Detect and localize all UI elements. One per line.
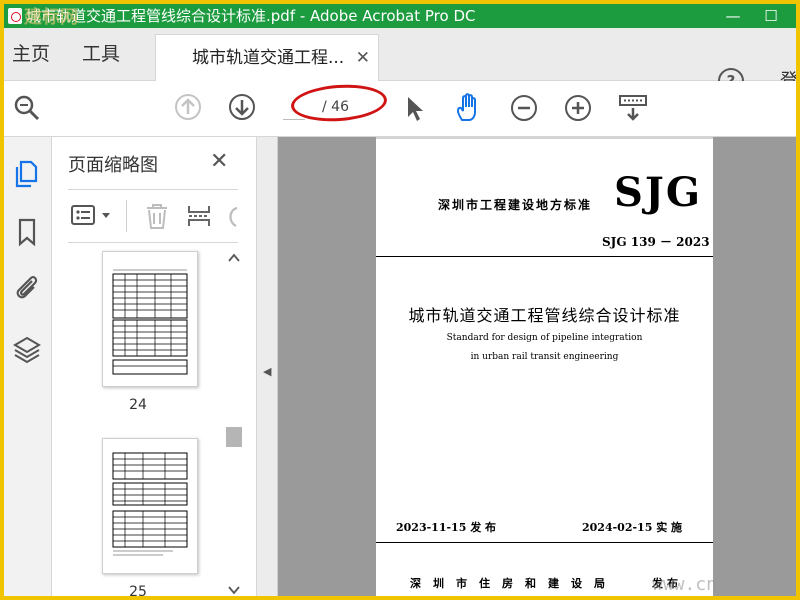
zoom-search-icon[interactable] (12, 93, 42, 123)
panel-title: 页面缩略图 (68, 155, 158, 176)
toolbar: / 46 (4, 81, 796, 137)
window-title: 城市轨道交通工程管线综合设计标准.pdf - Adobe Acrobat Pro… (26, 7, 476, 25)
thumbnails-scrollbar[interactable] (224, 249, 244, 596)
pdf-page: 深圳市工程建设地方标准 SJG SJG 139 － 2023 城市轨道交通工程管… (376, 139, 713, 596)
toolbar-divider (126, 200, 127, 232)
page-title-cn: 城市轨道交通工程管线综合设计标准 (408, 306, 681, 325)
bookmarks-icon[interactable] (12, 217, 42, 247)
page-thumbnail[interactable] (102, 251, 198, 387)
thumbnail-page-number: 25 (129, 584, 147, 596)
tab-home[interactable]: 主页 (12, 28, 50, 80)
extract-page-icon[interactable] (186, 202, 212, 230)
next-page-icon[interactable] (228, 93, 256, 121)
page-implement-date: 2024-02-15 实 施 (582, 521, 683, 534)
tab-document[interactable]: 城市轨道交通工程... ✕ (155, 34, 379, 81)
watermark-overlay: 建标网 (24, 7, 78, 28)
collapse-arrow-icon: ◀ (263, 365, 272, 378)
panel-toolbar (68, 189, 238, 243)
maximize-button[interactable]: ☐ (756, 4, 786, 28)
attachments-icon[interactable] (12, 273, 42, 303)
tab-tools[interactable]: 工具 (82, 28, 120, 80)
page-issue-date: 2023-11-15 发 布 (396, 521, 497, 534)
acrobat-window: 城市轨道交通工程管线综合设计标准.pdf - Adobe Acrobat Pro… (4, 4, 796, 596)
page-issuer: 深圳市工程建设地方标准 (438, 198, 593, 212)
page-thumbnails-icon[interactable] (12, 159, 42, 189)
thumbnail-preview (112, 452, 188, 556)
close-panel-icon[interactable]: ✕ (210, 149, 228, 174)
thumbnail-preview (112, 269, 188, 375)
page-divider (376, 256, 713, 257)
navigation-rail (4, 137, 52, 596)
thumbnails-panel: 页面缩略图 ✕ 24 25 (52, 137, 257, 596)
page-display-icon[interactable] (618, 93, 648, 123)
canvas-background (713, 137, 796, 596)
minimize-button[interactable]: — (718, 4, 748, 28)
thumbnail-page-number: 24 (129, 397, 147, 413)
collapse-panel-button[interactable]: ◀ (257, 137, 278, 596)
title-bar: 城市轨道交通工程管线综合设计标准.pdf - Adobe Acrobat Pro… (4, 4, 796, 28)
thumbnail-list: 24 25 (52, 245, 224, 596)
page-standard-logo: SJG (614, 169, 702, 216)
select-arrow-icon[interactable] (404, 95, 426, 123)
acrobat-app-icon (8, 8, 22, 24)
zoom-out-icon[interactable] (510, 94, 538, 122)
layers-icon[interactable] (12, 335, 42, 365)
rotate-page-icon[interactable] (224, 202, 238, 230)
page-thumbnail[interactable] (102, 438, 198, 574)
annotation-circle (289, 81, 389, 125)
document-view[interactable]: ◀ 深圳市工程建设地方标准 SJG SJG 139 － 2023 城市轨道交通工… (257, 137, 796, 596)
hand-tool-icon[interactable] (454, 92, 484, 124)
zoom-in-icon[interactable] (564, 94, 592, 122)
document-tab-label: 城市轨道交通工程... (192, 48, 345, 68)
delete-page-icon[interactable] (144, 202, 170, 230)
page-standard-code: SJG 139 － 2023 (602, 235, 710, 249)
page-divider (376, 542, 713, 543)
close-tab-icon[interactable]: ✕ (356, 48, 370, 68)
page-title-en-line2: in urban rail transit engineering (470, 352, 619, 362)
canvas-background (278, 137, 376, 596)
page-publisher: 深圳市住房和建设局 (410, 577, 617, 590)
options-menu-icon[interactable] (70, 204, 114, 228)
site-watermark: www.cn (652, 574, 718, 595)
prev-page-icon[interactable] (174, 93, 202, 121)
page-title-en-line1: Standard for design of pipeline integrat… (446, 333, 643, 343)
tab-bar: 主页 工具 城市轨道交通工程... ✕ ? 登 (4, 28, 796, 94)
